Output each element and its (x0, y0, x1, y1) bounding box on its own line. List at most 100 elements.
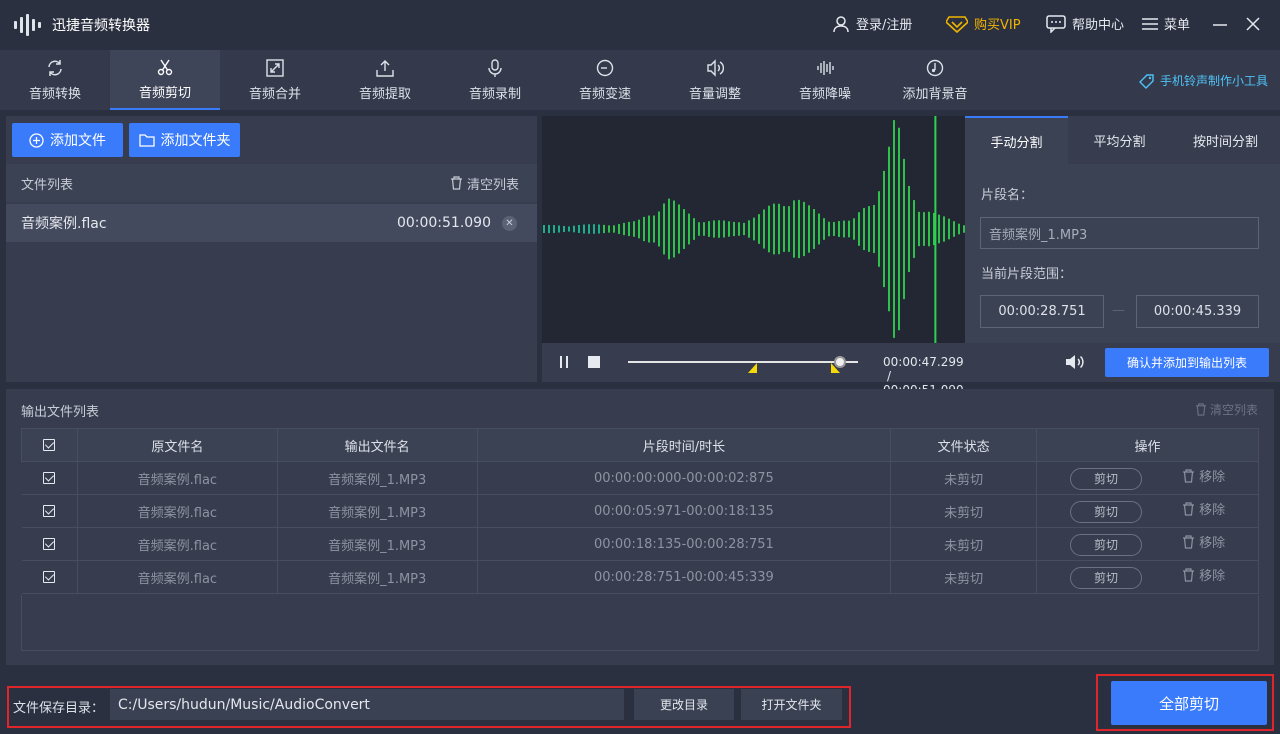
row-checkbox[interactable] (43, 538, 56, 550)
tab-label: 音频变速 (578, 86, 631, 102)
help-center-button[interactable]: 帮助中心 (1046, 14, 1124, 33)
confirm-add-output-button[interactable]: 确认并添加到输出列表 (1105, 348, 1269, 377)
status-cell: 未剪切 (890, 560, 1038, 594)
cut-all-button[interactable]: 全部剪切 (1111, 681, 1267, 725)
range-end-input[interactable]: 00:00:45.339 (1136, 295, 1259, 328)
trash-icon (1183, 469, 1195, 483)
login-button[interactable]: 登录/注册 (832, 14, 912, 33)
waveform-display[interactable] (542, 116, 965, 343)
row-checkbox[interactable] (43, 571, 56, 583)
login-label: 登录/注册 (856, 18, 913, 33)
denoise-icon (817, 60, 834, 75)
clear-file-list-button[interactable]: 清空列表 (450, 174, 519, 193)
stop-icon (588, 356, 600, 368)
table-row[interactable]: 音频案例.flac 音频案例_1.MP3 00:00:28:751-00:00:… (21, 560, 1259, 594)
split-tabs: 手动分割 平均分割 按时间分割 (965, 116, 1280, 164)
add-folder-label: 添加文件夹 (160, 133, 231, 149)
table-row[interactable]: 音频案例.flac 音频案例_1.MP3 00:00:00:000-00:00:… (21, 461, 1259, 495)
menu-button[interactable]: 菜单 (1142, 14, 1190, 33)
clear-list-label: 清空列表 (466, 177, 519, 193)
segment-name-input[interactable]: 音频案例_1.MP3 (980, 217, 1259, 249)
range-start-input[interactable]: 00:00:28.751 (980, 295, 1104, 328)
source-file-cell: 音频案例.flac (77, 494, 278, 528)
clear-output-button[interactable]: 清空列表 (1195, 401, 1258, 418)
tab-time-split[interactable]: 按时间分割 (1171, 116, 1280, 164)
remove-button[interactable]: 移除 (1182, 499, 1225, 518)
music-icon (926, 59, 944, 76)
file-list-header: 文件列表 清空列表 (6, 164, 537, 202)
waveform (543, 116, 965, 343)
cut-button[interactable]: 剪切 (1069, 467, 1142, 490)
minimize-button[interactable] (1210, 14, 1230, 34)
add-file-button[interactable]: 添加文件 (12, 123, 123, 157)
tab-audio-cut[interactable]: 音频剪切 (110, 50, 220, 110)
output-file-cell: 音频案例_1.MP3 (277, 461, 478, 495)
ringtone-tool-link[interactable]: 手机铃声制作小工具 (1138, 72, 1268, 89)
save-path-field[interactable]: C:/Users/hudun/Music/AudioConvert (110, 689, 624, 720)
tab-label: 音量调整 (688, 86, 741, 102)
output-list-empty-area (21, 595, 1259, 651)
tab-manual-split[interactable]: 手动分割 (965, 116, 1068, 164)
speaker-icon (1066, 355, 1084, 369)
status-cell: 未剪切 (890, 527, 1038, 561)
col-segment-time: 片段时间/时长 (476, 428, 892, 462)
remove-label: 移除 (1199, 503, 1226, 519)
tab-audio-convert[interactable]: 音频转换 (0, 50, 110, 110)
volume-button[interactable] (1065, 353, 1085, 375)
playback-timeline[interactable] (628, 361, 858, 363)
segment-start-marker[interactable] (748, 363, 757, 373)
close-button[interactable] (1243, 14, 1263, 34)
tab-label: 音频录制 (468, 86, 521, 102)
select-all-cell[interactable] (21, 428, 78, 462)
row-checkbox[interactable] (43, 505, 56, 517)
volume-icon (707, 58, 724, 77)
col-file-status: 文件状态 (890, 428, 1038, 462)
row-checkbox[interactable] (43, 472, 56, 484)
actions-cell: 剪切 移除 (1036, 527, 1259, 561)
remove-button[interactable]: 移除 (1182, 565, 1225, 584)
change-directory-button[interactable]: 更改目录 (634, 689, 734, 720)
scissors-icon (157, 59, 173, 75)
tab-audio-record[interactable]: 音频录制 (440, 50, 550, 110)
select-all-checkbox[interactable] (43, 439, 56, 451)
file-list-item[interactable]: 音频案例.flac 00:00:51.090 ✕ (6, 204, 537, 242)
buy-vip-button[interactable]: 购买VIP (946, 14, 1021, 33)
extract-icon (376, 59, 394, 77)
tab-label: 音频提取 (358, 86, 411, 102)
add-folder-button[interactable]: 添加文件夹 (129, 123, 240, 157)
user-icon (833, 15, 849, 32)
file-list-label: 文件列表 (21, 177, 74, 193)
tab-audio-denoise[interactable]: 音频降噪 (770, 50, 880, 110)
tab-audio-merge[interactable]: 音频合并 (220, 50, 330, 110)
col-output-name: 输出文件名 (276, 428, 478, 462)
plus-circle-icon (29, 132, 44, 148)
open-folder-button[interactable]: 打开文件夹 (741, 689, 842, 720)
tab-add-background[interactable]: 添加背景音 (880, 50, 990, 110)
remove-button[interactable]: 移除 (1182, 532, 1225, 551)
tab-audio-extract[interactable]: 音频提取 (330, 50, 440, 110)
source-file-cell: 音频案例.flac (77, 461, 278, 495)
table-row[interactable]: 音频案例.flac 音频案例_1.MP3 00:00:18:135-00:00:… (21, 527, 1259, 561)
cut-button[interactable]: 剪切 (1069, 566, 1142, 589)
tab-label: 音频合并 (248, 86, 301, 102)
stop-button[interactable] (588, 356, 600, 372)
tab-volume-adjust[interactable]: 音量调整 (660, 50, 770, 110)
source-file-cell: 音频案例.flac (77, 527, 278, 561)
cut-button[interactable]: 剪切 (1069, 533, 1142, 556)
table-header-row: 原文件名 输出文件名 片段时间/时长 文件状态 操作 (21, 428, 1259, 462)
tab-audio-speed[interactable]: 音频变速 (550, 50, 660, 110)
cut-button[interactable]: 剪切 (1069, 500, 1142, 523)
player-controls: 00:00:47.299 / 00:00:51.090 (542, 343, 965, 397)
tab-label: 音频降噪 (798, 86, 851, 102)
clear-output-label: 清空列表 (1209, 403, 1258, 417)
add-file-label: 添加文件 (50, 133, 106, 149)
tab-average-split[interactable]: 平均分割 (1068, 116, 1171, 164)
remove-file-icon[interactable]: ✕ (502, 216, 517, 231)
status-cell: 未剪切 (890, 494, 1038, 528)
app-title: 迅捷音频转换器 (52, 18, 150, 34)
table-row[interactable]: 音频案例.flac 音频案例_1.MP3 00:00:05:971-00:00:… (21, 494, 1259, 528)
segment-time-cell: 00:00:18:135-00:00:28:751 (477, 527, 892, 561)
playhead-knob[interactable] (834, 356, 846, 368)
remove-button[interactable]: 移除 (1182, 466, 1225, 485)
pause-button[interactable] (558, 355, 572, 373)
